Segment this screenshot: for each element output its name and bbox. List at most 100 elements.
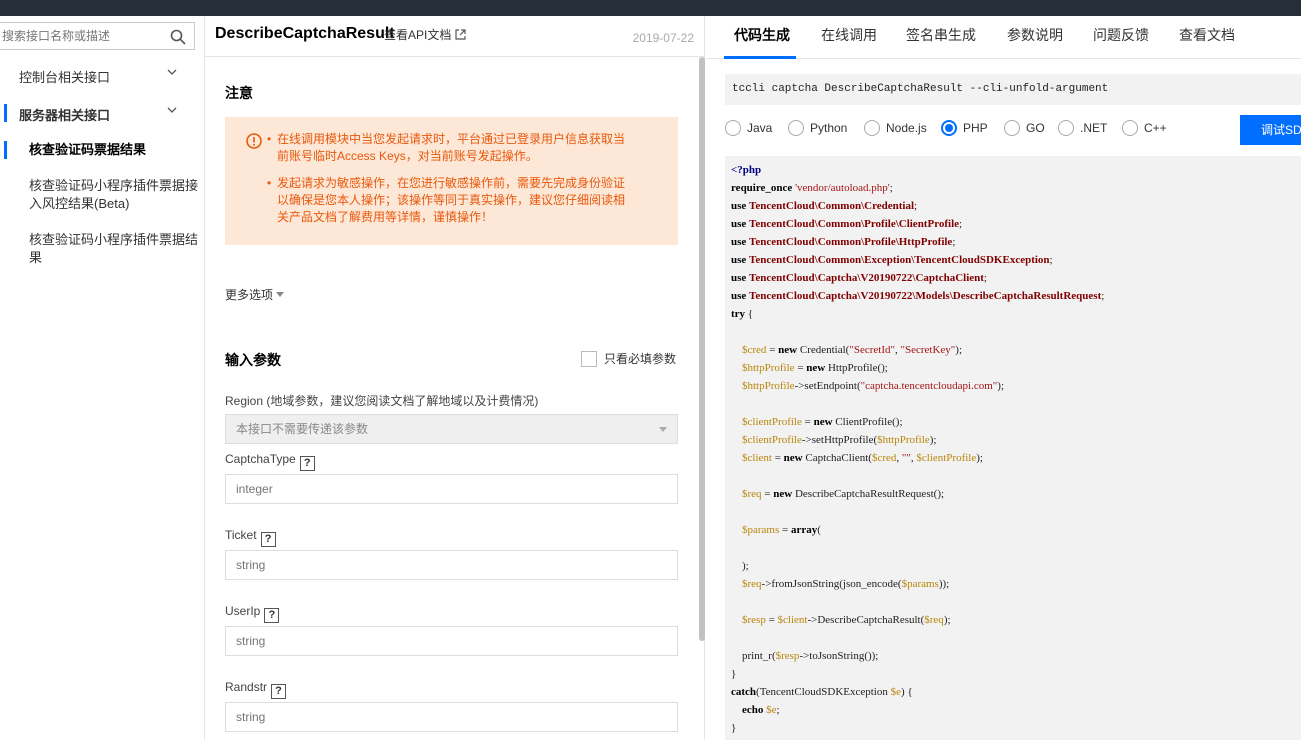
chevron-down-icon	[167, 107, 177, 113]
code-line: $httpProfile->setEndpoint("captcha.tence…	[742, 380, 1005, 392]
code-line: use TencentCloud\Common\Profile\HttpProf…	[731, 236, 956, 248]
debug-sdk-button[interactable]: 调试SDK	[1240, 115, 1301, 145]
sidebar-item-miniprogram-risk-result[interactable]: 核查验证码小程序插件票据接入风控结果(Beta)	[29, 177, 201, 213]
lang-label: .NET	[1080, 121, 1108, 135]
captchatype-label: CaptchaType?	[225, 452, 315, 471]
userip-input[interactable]	[225, 626, 678, 656]
lang-option-dotnet[interactable]: .NET	[1058, 120, 1107, 136]
request-panel: DescribeCaptchaResult 查看API文档 2019-07-22…	[205, 16, 705, 740]
only-required-checkbox[interactable]	[581, 351, 597, 367]
code-line: try {	[731, 308, 754, 320]
lang-option-cpp[interactable]: C++	[1122, 120, 1167, 136]
only-required-toggle[interactable]: 只看必填参数	[581, 350, 676, 367]
randstr-input[interactable]	[225, 702, 678, 732]
sidebar-item-miniprogram-result[interactable]: 核查验证码小程序插件票据结果	[29, 231, 201, 267]
active-tab-indicator	[724, 56, 796, 59]
sidebar-group-label: 控制台相关接口	[19, 70, 111, 85]
radio-button[interactable]	[1058, 120, 1074, 136]
code-block[interactable]: <?php require_once 'vendor/autoload.php';…	[725, 156, 1301, 740]
param-name: CaptchaType	[225, 452, 296, 466]
radio-button[interactable]	[1122, 120, 1138, 136]
notice-box: 在线调用模块中当您发起请求时，平台通过已登录用户信息获取当 前账号临时Acces…	[225, 117, 678, 245]
captchatype-input[interactable]	[225, 474, 678, 504]
lang-option-java[interactable]: Java	[725, 120, 772, 136]
tab-signature[interactable]: 签名串生成	[906, 25, 976, 45]
more-options-label: 更多选项	[225, 288, 274, 302]
region-select-value: 本接口不需要传递该参数	[236, 422, 369, 436]
help-icon[interactable]: ?	[271, 684, 287, 699]
sidebar-item-describe-captcha-result[interactable]: 核查验证码票据结果	[29, 141, 201, 159]
cli-command[interactable]: tccli captcha DescribeCaptchaResult --cl…	[725, 74, 1301, 105]
code-line: use TencentCloud\Common\Credential;	[731, 200, 918, 212]
code-line: $resp = $client->DescribeCaptchaResult($…	[742, 614, 951, 626]
code-line: }	[731, 668, 737, 680]
code-line: $req->fromJsonString(json_encode($params…	[742, 578, 950, 590]
param-name: Ticket	[225, 528, 257, 542]
search-icon[interactable]	[170, 29, 186, 45]
code-line: $params = array(	[742, 524, 821, 536]
code-panel: 代码生成 在线调用 签名串生成 参数说明 问题反馈 查看文档 tccli cap…	[706, 16, 1301, 740]
sidebar-group-server[interactable]: 服务器相关接口	[0, 105, 205, 125]
caret-down-icon	[276, 292, 285, 297]
doc-link-label: 查看API文档	[384, 28, 452, 42]
radio-button[interactable]	[864, 120, 880, 136]
tab-docs[interactable]: 查看文档	[1179, 25, 1235, 45]
chevron-down-icon	[167, 69, 177, 75]
lang-option-nodejs[interactable]: Node.js	[864, 120, 927, 136]
caret-down-icon	[659, 427, 667, 432]
radio-button[interactable]	[1004, 120, 1020, 136]
view-api-doc-link[interactable]: 查看API文档	[384, 26, 466, 43]
code-line: );	[731, 560, 749, 572]
ticket-input[interactable]	[225, 550, 678, 580]
code-line: $cred = new Credential("SecretId", "Secr…	[742, 344, 963, 356]
sidebar: 控制台相关接口 服务器相关接口 核查验证码票据结果 核查验证码小程序插件票据接入…	[0, 16, 205, 740]
code-line: use TencentCloud\Common\Profile\ClientPr…	[731, 218, 963, 230]
code-line: use TencentCloud\Captcha\V20190722\Model…	[731, 290, 1105, 302]
notice-title: 注意	[225, 85, 253, 101]
sidebar-group-label: 服务器相关接口	[19, 108, 111, 123]
code-line: $httpProfile = new HttpProfile();	[742, 362, 888, 374]
radio-button[interactable]	[788, 120, 804, 136]
ticket-label: Ticket?	[225, 528, 276, 547]
code-line: echo $e;	[742, 704, 780, 716]
tab-online-call[interactable]: 在线调用	[821, 25, 877, 45]
active-item-indicator	[4, 141, 7, 159]
lang-label: Python	[810, 121, 848, 135]
tab-bar: 代码生成 在线调用 签名串生成 参数说明 问题反馈 查看文档	[706, 16, 1301, 59]
userip-label: UserIp?	[225, 604, 280, 623]
code-line: print_r($resp->toJsonString());	[731, 650, 879, 662]
search-input[interactable]	[0, 23, 160, 49]
lang-option-go[interactable]: GO	[1004, 120, 1045, 136]
help-icon[interactable]: ?	[264, 608, 280, 623]
radio-button[interactable]	[725, 120, 741, 136]
help-icon[interactable]: ?	[260, 532, 276, 547]
radio-button-checked[interactable]	[941, 120, 957, 136]
lang-option-python[interactable]: Python	[788, 120, 847, 136]
tab-code-generation[interactable]: 代码生成	[734, 25, 790, 45]
sidebar-group-console[interactable]: 控制台相关接口	[0, 67, 205, 87]
help-icon[interactable]: ?	[299, 456, 315, 471]
notice-text: 关产品文档了解费用等详情，谨慎操作！	[277, 210, 494, 224]
scrollbar[interactable]	[699, 57, 705, 641]
notice-text: 前账号临时Access Keys，对当前账号发起操作。	[277, 149, 538, 163]
region-select[interactable]: 本接口不需要传递该参数	[225, 414, 678, 444]
api-header: DescribeCaptchaResult 查看API文档 2019-07-22	[205, 16, 705, 57]
input-params-title: 输入参数	[225, 352, 281, 368]
notice-text: 发起请求为敏感操作，在您进行敏感操作前，需要先完成身份验证	[277, 176, 626, 190]
code-line: }	[731, 722, 737, 734]
only-required-label: 只看必填参数	[604, 352, 677, 366]
tab-params[interactable]: 参数说明	[1007, 25, 1063, 45]
code-line: $clientProfile->setHttpProfile($httpProf…	[742, 434, 937, 446]
code-line: $clientProfile = new ClientProfile();	[742, 416, 903, 428]
tab-feedback[interactable]: 问题反馈	[1093, 25, 1149, 45]
notice-text: 在线调用模块中当您发起请求时，平台通过已登录用户信息获取当	[277, 132, 626, 146]
code-line: $req = new DescribeCaptchaResultRequest(…	[742, 488, 945, 500]
more-options-toggle[interactable]: 更多选项	[225, 286, 285, 303]
lang-option-php[interactable]: PHP	[941, 120, 988, 136]
search-box[interactable]	[0, 22, 195, 50]
top-bar	[0, 0, 1301, 16]
